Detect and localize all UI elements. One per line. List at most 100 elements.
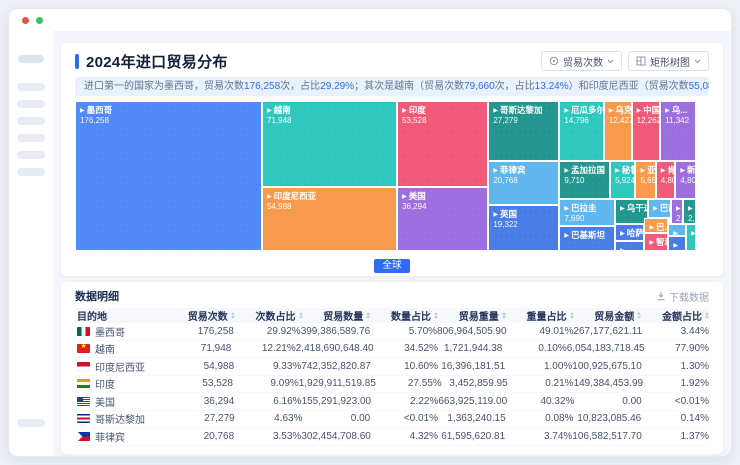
table-value-cell: 3.74%: [505, 431, 572, 442]
treemap-breadcrumb-global[interactable]: 全球: [374, 259, 409, 273]
treemap-cell-label: 乌克兰: [615, 105, 631, 115]
treemap-cell-label: 厄瓜多尔: [571, 105, 604, 115]
treemap-cell[interactable]: ▶: [686, 224, 696, 251]
table-row-印度尼西亚[interactable]: 印度尼西亚54,9889.33%742,352,820.8710.60%16,3…: [75, 358, 709, 376]
treemap-cell-墨西哥[interactable]: ▶墨西哥176,258: [75, 101, 262, 251]
column-header-贸易次数[interactable]: 贸易次数: [167, 308, 235, 323]
sidebar-item[interactable]: [17, 168, 45, 176]
treemap-cell-秘鲁[interactable]: ▶秘鲁5,924: [610, 161, 635, 199]
treemap-cell-label: 南: [695, 203, 697, 213]
sort-icon[interactable]: [705, 312, 709, 319]
column-header-label: 贸易金额: [594, 308, 634, 323]
treemap-cell[interactable]: ▶: [615, 241, 644, 252]
treemap-cell-value: 12,262: [637, 116, 656, 126]
table-value-cell: 4.63%: [235, 413, 303, 424]
treemap-cell-中国[interactable]: ▶中国12,262: [632, 101, 661, 161]
treemap-cell[interactable]: ▶2,5: [671, 199, 683, 225]
sidebar-item[interactable]: [17, 134, 45, 142]
table-value-cell: 27.55%: [376, 378, 442, 389]
treemap-cell-value: 12,427: [609, 116, 627, 126]
treemap-cell-新[interactable]: ▶新4,804: [675, 161, 696, 199]
table-value-cell: 12.21%: [231, 343, 295, 354]
table-value-cell: 1.30%: [642, 361, 709, 372]
treemap-cell-巴...[interactable]: ▶巴...: [644, 218, 668, 233]
column-header-label: 数量占比: [391, 308, 431, 323]
table-value-cell: 267,177,621.11: [573, 326, 642, 337]
table-value-cell: <0.01%: [642, 396, 709, 407]
table-value-cell: 1,721,944.38: [438, 343, 502, 354]
treemap-cell-亚[interactable]: ▶亚5,650: [635, 161, 655, 199]
treemap-cell-label: 越南: [274, 105, 291, 115]
treemap-cell-value: 36,294: [402, 202, 483, 212]
column-header-次数占比[interactable]: 次数占比: [235, 308, 303, 323]
destination-name: 哥斯达黎加: [95, 411, 145, 426]
drilldown-arrow-icon: ▶: [680, 168, 685, 174]
table-row-美国[interactable]: 美国36,2946.16%155,291,923.002.22%663,925,…: [75, 393, 709, 411]
table-row-菲律宾[interactable]: 菲律宾20,7683.53%302,454,708.604.32%61,595,…: [75, 428, 709, 446]
sidebar-item[interactable]: [17, 83, 45, 91]
sidebar-item[interactable]: [17, 100, 45, 108]
treemap-cell-乌克兰[interactable]: ▶乌克兰12,427: [604, 101, 632, 161]
table-value-cell: 176,258: [167, 326, 234, 337]
drilldown-arrow-icon: ▶: [402, 108, 407, 114]
column-header-贸易数量[interactable]: 贸易数量: [303, 308, 371, 323]
treemap-cell-哈萨...[interactable]: ▶哈萨...: [615, 224, 644, 241]
drilldown-arrow-icon: ▶: [661, 168, 666, 174]
treemap-cell-哥斯达黎加[interactable]: ▶哥斯达黎加27,279: [488, 101, 559, 161]
download-data-button[interactable]: 下载数据: [656, 289, 709, 304]
treemap-cell-越南[interactable]: ▶越南71,948: [262, 101, 397, 187]
treemap-cell-巴西[interactable]: ▶巴西: [648, 199, 671, 219]
chart-type-dropdown-label: 矩形树图: [650, 54, 690, 69]
destination-name: 菲律宾: [95, 429, 125, 444]
treemap-cell-肯[interactable]: ▶肯4,806: [656, 161, 676, 199]
destination-cell: 菲律宾: [75, 429, 167, 444]
treemap-cell-巴基斯坦[interactable]: ▶巴基斯坦: [559, 226, 615, 252]
treemap-cell-智利[interactable]: ▶智利: [644, 233, 668, 251]
close-window-dot[interactable]: [22, 17, 29, 24]
treemap-cell-label: 巴拉圭: [571, 203, 597, 213]
column-header-数量占比[interactable]: 数量占比: [370, 308, 438, 323]
metric-dropdown-label: 贸易次数: [563, 54, 603, 69]
treemap-cell-value: 20,768: [493, 176, 554, 186]
treemap-cell-value: 5,924: [615, 176, 630, 186]
chart-type-dropdown[interactable]: 矩形树图: [628, 51, 709, 71]
treemap-cell-英国[interactable]: ▶英国19,322: [488, 205, 559, 251]
sidebar-item[interactable]: [17, 419, 45, 427]
treemap-cell[interactable]: ▶: [668, 236, 686, 251]
drilldown-arrow-icon: ▶: [653, 206, 658, 212]
sidebar-item[interactable]: [17, 151, 45, 159]
summary-highlight-value: 55,080: [689, 81, 709, 92]
sidebar-item[interactable]: [17, 117, 45, 125]
treemap-cell-巴拉圭[interactable]: ▶巴拉圭7,690: [559, 199, 615, 226]
table-value-cell: 302,454,708.60: [301, 431, 371, 442]
table-value-cell: 3.53%: [234, 431, 301, 442]
treemap-cell-乌干达[interactable]: ▶乌干达: [615, 199, 648, 225]
column-header-金额占比[interactable]: 金额占比: [641, 308, 709, 323]
treemap-cell-美国[interactable]: ▶美国36,294: [397, 187, 488, 251]
table-row-哥斯达黎加[interactable]: 哥斯达黎加27,2794.63%0.00<0.01%1,363,240.150.…: [75, 411, 709, 429]
table-value-cell: 3.44%: [642, 326, 709, 337]
maximize-window-dot[interactable]: [36, 17, 43, 24]
sidebar-item[interactable]: [18, 55, 44, 63]
window-titlebar: [9, 9, 731, 31]
table-value-cell: 71,948: [167, 343, 231, 354]
treemap-cell-value: 2,2: [688, 214, 691, 224]
column-header-重量占比[interactable]: 重量占比: [506, 308, 574, 323]
metric-icon: [549, 56, 559, 66]
table-row-墨西哥[interactable]: 墨西哥176,25829.92%399,386,589.765.70%806,9…: [75, 323, 709, 341]
treemap-cell-南[interactable]: ▶南2,2: [683, 199, 696, 225]
treemap-cell-菲律宾[interactable]: ▶菲律宾20,768: [488, 161, 559, 205]
table-row-印度[interactable]: 印度53,5289.09%1,929,911,519.8527.55%3,452…: [75, 376, 709, 394]
country-flag-icon-mx: [77, 327, 90, 336]
treemap-cell-印度尼西亚[interactable]: ▶印度尼西亚54,988: [262, 187, 397, 251]
treemap-cell-厄瓜多尔[interactable]: ▶厄瓜多尔14,796: [559, 101, 603, 161]
table-value-cell: 100,925,675.10: [572, 361, 642, 372]
column-header-贸易重量[interactable]: 贸易重量: [438, 308, 506, 323]
table-row-越南[interactable]: 越南71,94812.21%2,418,690,648.4034.52%1,72…: [75, 341, 709, 359]
treemap-cell-印度[interactable]: ▶印度53,528: [397, 101, 488, 187]
treemap-cell[interactable]: ▶: [668, 224, 686, 236]
metric-dropdown[interactable]: 贸易次数: [541, 51, 622, 71]
treemap-cell-乌...[interactable]: ▶乌...11,342: [660, 101, 696, 161]
treemap-cell-孟加拉国[interactable]: ▶孟加拉国9,710: [559, 161, 610, 199]
column-header-贸易金额[interactable]: 贸易金额: [574, 308, 642, 323]
